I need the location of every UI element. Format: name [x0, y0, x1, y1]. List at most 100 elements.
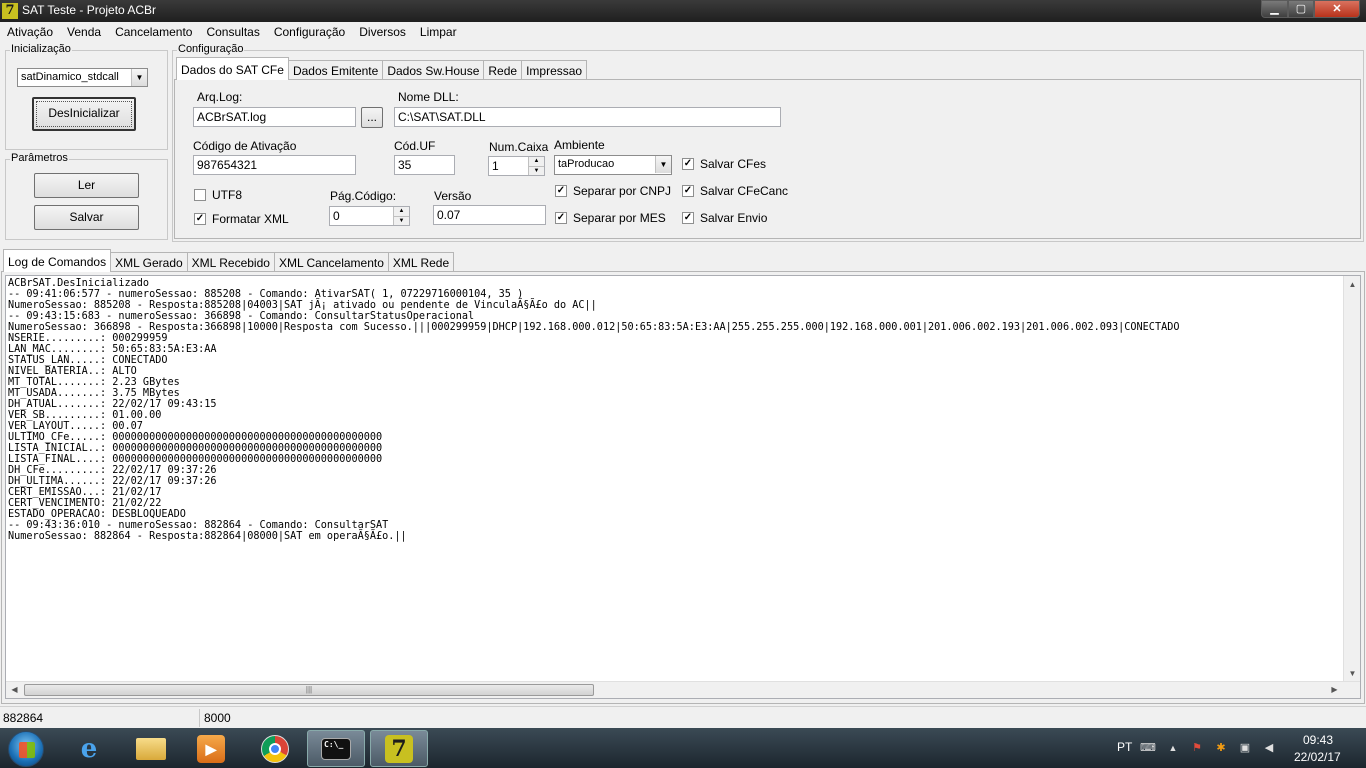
log-textarea[interactable]: ACBrSAT.DesInicializado -- 09:41:06:577 -…	[5, 275, 1361, 699]
log-line: LAN_MAC........: 50:65:83:5A:E3:AA	[8, 344, 217, 355]
unchecked-box-icon[interactable]	[194, 189, 206, 201]
network-icon[interactable]: ▣	[1238, 742, 1252, 754]
taskbar-media[interactable]: ▶	[182, 730, 240, 767]
codigo-ativacao-input[interactable]: 987654321	[193, 155, 356, 175]
num-caixa-value: 1	[492, 159, 499, 173]
tab-dados-emitente[interactable]: Dados Emitente	[287, 60, 384, 80]
horizontal-scrollbar[interactable]: ◀ ||| ▶	[6, 681, 1360, 698]
tab-xml-gerado[interactable]: XML Gerado	[110, 252, 188, 272]
browse-button[interactable]: ...	[361, 107, 383, 128]
taskbar-cmd[interactable]: C:\_	[307, 730, 365, 767]
versao-input[interactable]: 0.07	[433, 205, 546, 225]
scroll-right-icon[interactable]: ▶	[1326, 682, 1343, 698]
read-button[interactable]: Ler	[34, 173, 139, 198]
utf8-checkbox[interactable]: UTF8	[194, 188, 242, 202]
check-icon[interactable]: ✓	[682, 212, 694, 224]
status-session: 882864	[0, 709, 200, 727]
params-legend: Parâmetros	[10, 152, 69, 164]
minimize-button[interactable]: ▁	[1261, 0, 1288, 18]
check-icon[interactable]: ✓	[555, 212, 567, 224]
tab-xml-rede[interactable]: XML Rede	[387, 252, 455, 272]
menu-venda[interactable]: Venda	[60, 22, 108, 42]
action-center-flag-icon[interactable]: ⚑	[1190, 742, 1204, 754]
volume-icon[interactable]: ◀	[1262, 742, 1276, 754]
check-icon[interactable]: ✓	[555, 185, 567, 197]
cod-uf-input[interactable]: 35	[394, 155, 455, 175]
salvar-cfes-checkbox[interactable]: ✓ Salvar CFes	[682, 157, 766, 171]
ambiente-select[interactable]: taProducao ▼	[554, 155, 672, 175]
menu-limpar[interactable]: Limpar	[413, 22, 464, 42]
deinit-button[interactable]: DesInicializar	[32, 97, 136, 131]
num-caixa-spin[interactable]: ▲ ▼	[528, 157, 544, 175]
arq-log-input[interactable]: ACBrSAT.log	[193, 107, 356, 127]
save-button[interactable]: Salvar	[34, 205, 139, 230]
menu-consultas[interactable]: Consultas	[199, 22, 266, 42]
clock-time[interactable]: 09:43	[1303, 733, 1333, 747]
start-button[interactable]	[8, 731, 44, 767]
params-group: Parâmetros Ler Salvar	[5, 152, 168, 240]
pag-codigo-stepper[interactable]: 0 ▲ ▼	[329, 206, 410, 226]
formatar-xml-checkbox[interactable]: ✓ Formatar XML	[194, 212, 289, 226]
show-hidden-icons-icon[interactable]: ▲	[1166, 742, 1180, 754]
tab-log-comandos[interactable]: Log de Comandos	[3, 249, 112, 272]
log-line: CERT_VENCIMENTO: 21/02/22	[8, 498, 162, 509]
taskbar-ie[interactable]: e	[60, 730, 118, 767]
separar-mes-checkbox[interactable]: ✓ Separar por MES	[555, 211, 666, 225]
scroll-up-icon[interactable]: ▲	[1344, 276, 1360, 293]
num-caixa-stepper[interactable]: 1 ▲ ▼	[488, 156, 545, 176]
vertical-scrollbar[interactable]: ▲ ▼	[1343, 276, 1360, 682]
window-controls: ▁ ▢ ✕	[1261, 0, 1360, 18]
log-line: ACBrSAT.DesInicializado	[8, 278, 150, 289]
menu-configuracao[interactable]: Configuração	[267, 22, 352, 42]
model-select[interactable]: satDinamico_stdcall ▼	[17, 68, 148, 87]
taskbar-chrome[interactable]	[246, 730, 304, 767]
clock-date[interactable]: 22/02/17	[1294, 750, 1341, 764]
folder-icon	[136, 737, 166, 760]
check-icon[interactable]: ✓	[682, 158, 694, 170]
language-indicator[interactable]: PT	[1117, 740, 1132, 754]
pag-codigo-spin[interactable]: ▲ ▼	[393, 207, 409, 225]
spin-up-icon[interactable]: ▲	[394, 207, 409, 216]
menu-ativacao[interactable]: Ativação	[0, 22, 60, 42]
check-icon[interactable]: ✓	[682, 185, 694, 197]
taskbar-acbr[interactable]: 7	[370, 730, 428, 767]
tab-dados-sw-house[interactable]: Dados Sw.House	[382, 60, 485, 80]
scroll-down-icon[interactable]: ▼	[1344, 665, 1360, 682]
log-line: -- 09:43:36:010 - numeroSessao: 882864 -…	[8, 520, 389, 531]
antivirus-icon[interactable]: ✱	[1214, 742, 1228, 754]
tab-rede[interactable]: Rede	[483, 60, 523, 80]
scroll-thumb[interactable]: |||	[24, 684, 594, 696]
menu-cancelamento[interactable]: Cancelamento	[108, 22, 199, 42]
chevron-down-icon[interactable]: ▼	[131, 69, 147, 86]
log-line: NSERIE.........: 000299959	[8, 333, 168, 344]
nome-dll-input[interactable]: C:\SAT\SAT.DLL	[394, 107, 781, 127]
scroll-left-icon[interactable]: ◀	[6, 682, 23, 698]
chevron-down-icon[interactable]: ▼	[655, 156, 671, 173]
maximize-button[interactable]: ▢	[1288, 0, 1314, 18]
check-icon[interactable]: ✓	[194, 213, 206, 225]
spin-down-icon[interactable]: ▼	[394, 216, 409, 225]
ambiente-label: Ambiente	[554, 138, 605, 152]
salvar-cfecanc-checkbox[interactable]: ✓ Salvar CFeCanc	[682, 184, 788, 198]
config-panel: Arq.Log: ACBrSAT.log ... Nome DLL: C:\SA…	[174, 79, 1361, 239]
spin-up-icon[interactable]: ▲	[529, 157, 544, 166]
log-line: ULTIMO_CFe.....: 00000000000000000000000…	[8, 432, 383, 443]
tab-dados-sat-cfe[interactable]: Dados do SAT CFe	[176, 57, 289, 80]
taskbar-explorer[interactable]	[122, 730, 180, 767]
tab-xml-recebido[interactable]: XML Recebido	[186, 252, 275, 272]
title-bar: 7 SAT Teste - Projeto ACBr ▁ ▢ ✕	[0, 0, 1366, 22]
close-button[interactable]: ✕	[1314, 0, 1360, 18]
status-bar: 882864 8000	[0, 706, 1366, 728]
log-line: MT_TOTAL.......: 2.23 GBytes	[8, 377, 180, 388]
menu-diversos[interactable]: Diversos	[352, 22, 413, 42]
acbr-app-icon: 7	[385, 734, 413, 763]
log-line: LISTA_FINAL....: 00000000000000000000000…	[8, 454, 383, 465]
salvar-envio-checkbox[interactable]: ✓ Salvar Envio	[682, 211, 767, 225]
tab-xml-cancelamento[interactable]: XML Cancelamento	[273, 252, 389, 272]
keyboard-icon[interactable]: ⌨	[1140, 742, 1156, 754]
tab-impressao[interactable]: Impressao	[521, 60, 588, 80]
spin-down-icon[interactable]: ▼	[529, 166, 544, 175]
window-title: SAT Teste - Projeto ACBr	[22, 3, 157, 17]
log-line: DH_CFe.........: 22/02/17 09:37:26	[8, 465, 217, 476]
separar-cnpj-checkbox[interactable]: ✓ Separar por CNPJ	[555, 184, 671, 198]
